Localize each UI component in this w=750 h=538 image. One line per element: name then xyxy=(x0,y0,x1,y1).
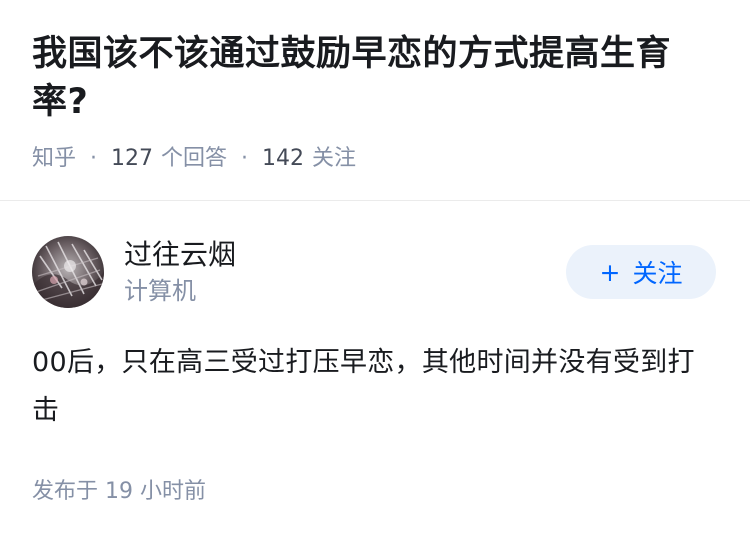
avatar-image-icon xyxy=(32,236,104,308)
follow-button[interactable]: + 关注 xyxy=(566,245,716,299)
meta-separator: · xyxy=(241,146,249,171)
author-row: 过往云烟 计算机 + 关注 xyxy=(32,236,718,308)
answer-card: 过往云烟 计算机 + 关注 00后，只在高三受过打压早恋，其他时间并没有受到打击… xyxy=(32,236,718,507)
follower-count-label: 关注 xyxy=(312,146,357,171)
answer-content[interactable]: 00后，只在高三受过打压早恋，其他时间并没有受到打击 xyxy=(32,339,718,435)
plus-icon: + xyxy=(599,257,621,287)
follow-label: 关注 xyxy=(632,259,683,288)
author-bio: 计算机 xyxy=(124,277,196,305)
question-header: 我国该不该通过鼓励早恋的方式提高生育率? 知乎 · 127 个回答 · 142 … xyxy=(0,0,750,174)
follower-count: 142 xyxy=(262,146,305,171)
meta-separator: · xyxy=(90,146,98,171)
author-info: 过往云烟 计算机 xyxy=(124,237,566,307)
publish-time: 发布于 19 小时前 xyxy=(32,479,206,504)
question-title[interactable]: 我国该不该通过鼓励早恋的方式提高生育率? xyxy=(32,30,718,126)
answer-count-label: 个回答 xyxy=(161,146,228,171)
answer-count: 127 xyxy=(111,146,154,171)
avatar[interactable] xyxy=(32,236,104,308)
section-divider xyxy=(0,200,750,201)
author-name[interactable]: 过往云烟 xyxy=(124,237,566,273)
question-meta: 知乎 · 127 个回答 · 142 关注 xyxy=(32,144,718,174)
answer-page: 我国该不该通过鼓励早恋的方式提高生育率? 知乎 · 127 个回答 · 142 … xyxy=(0,0,750,538)
source-label[interactable]: 知乎 xyxy=(32,144,76,174)
